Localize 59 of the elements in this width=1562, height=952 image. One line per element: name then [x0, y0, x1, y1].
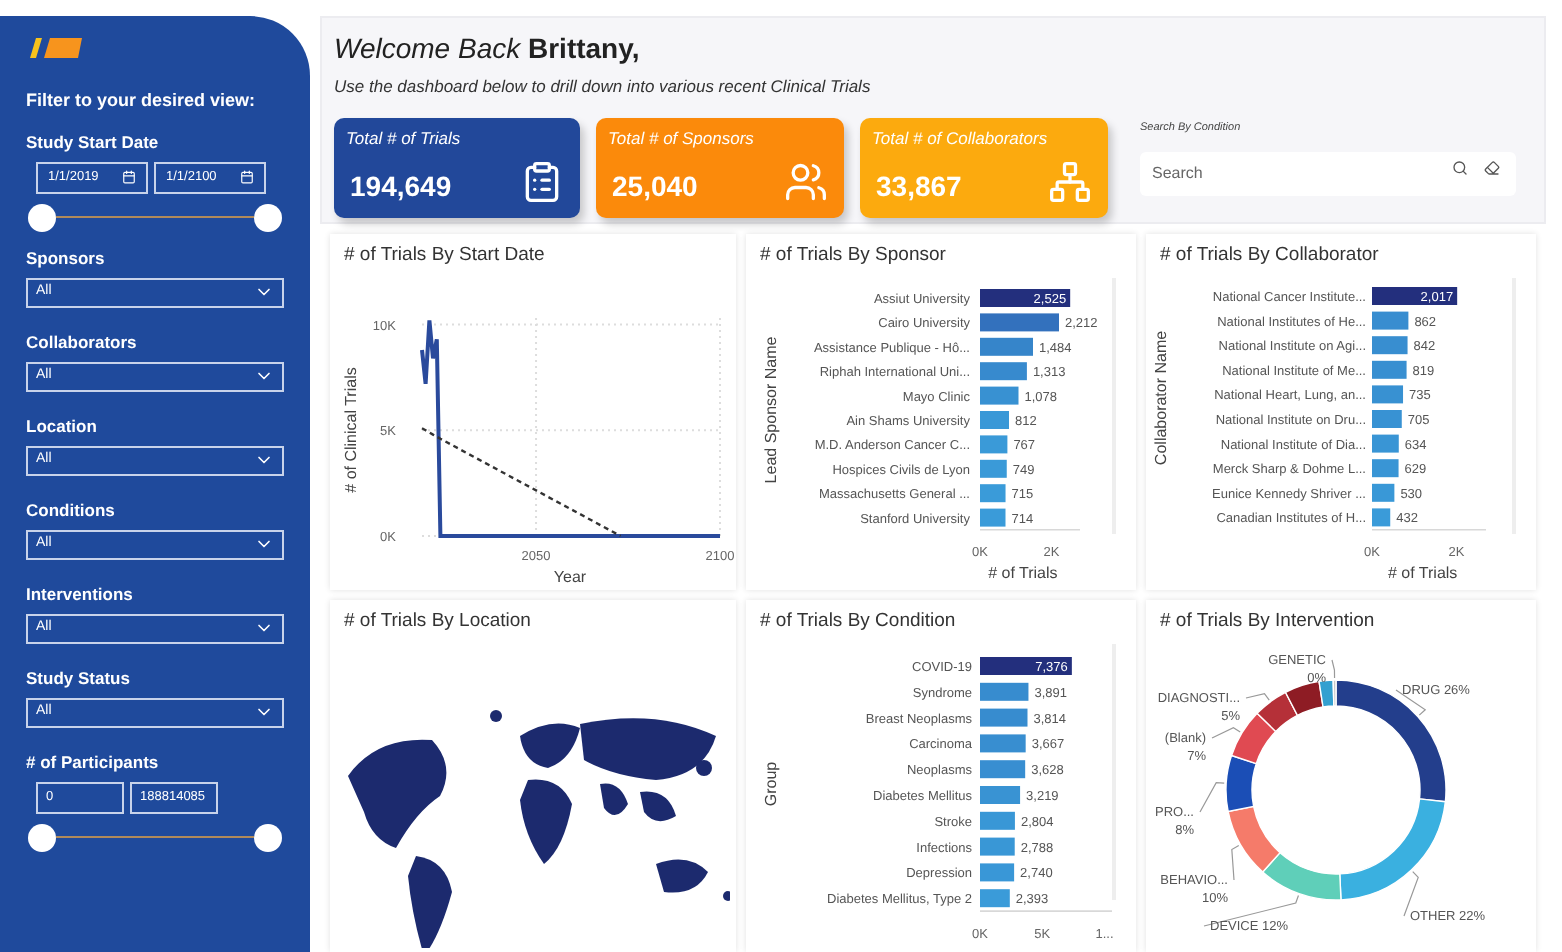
chart-title: # of Trials By Collaborator [1158, 242, 1381, 270]
chart-title: # of Trials By Intervention [1158, 608, 1377, 636]
chart-title: # of Trials By Sponsor [758, 242, 948, 270]
donut-slice[interactable] [1335, 679, 1447, 803]
donut-slice[interactable] [1225, 754, 1257, 813]
leader-line [1231, 845, 1240, 881]
chart-title: # of Trials By Start Date [342, 242, 547, 270]
filter-label: Study Status [26, 667, 132, 689]
bar[interactable] [1372, 287, 1458, 305]
kpi-value: 194,649 [348, 167, 452, 205]
leader-line [1199, 782, 1225, 813]
logo-icon [26, 38, 86, 58]
filter-label: Interventions [26, 583, 135, 605]
kpi-label: Total # of Collaborators [872, 125, 1048, 151]
slider-handle[interactable] [28, 203, 56, 231]
chart-title: # of Trials By Condition [758, 608, 958, 636]
kpi-value: 25,040 [610, 167, 698, 205]
search-field[interactable]: Search [1140, 151, 1516, 195]
slider-handle[interactable] [28, 823, 56, 851]
kpi-value: 33,867 [874, 167, 962, 205]
chart-title: # of Trials By Location [342, 608, 533, 636]
filter-label: Collaborators [26, 331, 139, 353]
filter-label: Study Start Date [26, 131, 161, 153]
subtitle: Use the dashboard below to drill down into various recent Clinical Trials [334, 74, 873, 100]
slider-handle[interactable] [254, 823, 282, 851]
network-icon [1048, 159, 1092, 204]
kpi-label: Total # of Trials [346, 125, 461, 151]
welcome-title: Welcome Back Brittany, [334, 32, 642, 66]
axis-line [979, 529, 1081, 531]
leader-line [1211, 727, 1241, 739]
axis-title: Group [762, 761, 780, 807]
filter-label: Sponsors [26, 247, 107, 269]
axis-title: Year [553, 568, 587, 586]
bar[interactable] [980, 657, 1072, 675]
calendar-icon [122, 170, 136, 184]
sidebar-heading: Filter to your desired view: [26, 88, 258, 114]
axis-title: # of Trials [988, 564, 1058, 582]
axis-title: Lead Sponsor Name [762, 336, 780, 484]
kpi-label: Total # of Sponsors [608, 125, 754, 151]
eraser-icon[interactable] [1484, 160, 1500, 176]
axis-line [979, 910, 1113, 912]
leader-line [1245, 692, 1270, 701]
donut-slice[interactable] [1284, 680, 1324, 717]
people-icon [784, 159, 828, 204]
axis-title: # of Clinical Trials [342, 367, 360, 493]
list-icon [520, 159, 564, 204]
donut-slice[interactable] [1256, 691, 1299, 733]
search-icon[interactable] [1452, 160, 1468, 176]
slider-handle[interactable] [254, 203, 282, 231]
axis-line [1371, 528, 1487, 531]
leader-line [1331, 659, 1336, 679]
bar[interactable] [980, 289, 1071, 307]
axis-title: # of Trials [1388, 564, 1458, 582]
axis-title: Collaborator Name [1152, 330, 1170, 466]
filter-label: Location [26, 415, 99, 437]
calendar-icon [240, 170, 254, 184]
filter-label: # of Participants [26, 751, 161, 773]
leader-line [1203, 894, 1300, 927]
filter-label: Conditions [26, 499, 117, 521]
